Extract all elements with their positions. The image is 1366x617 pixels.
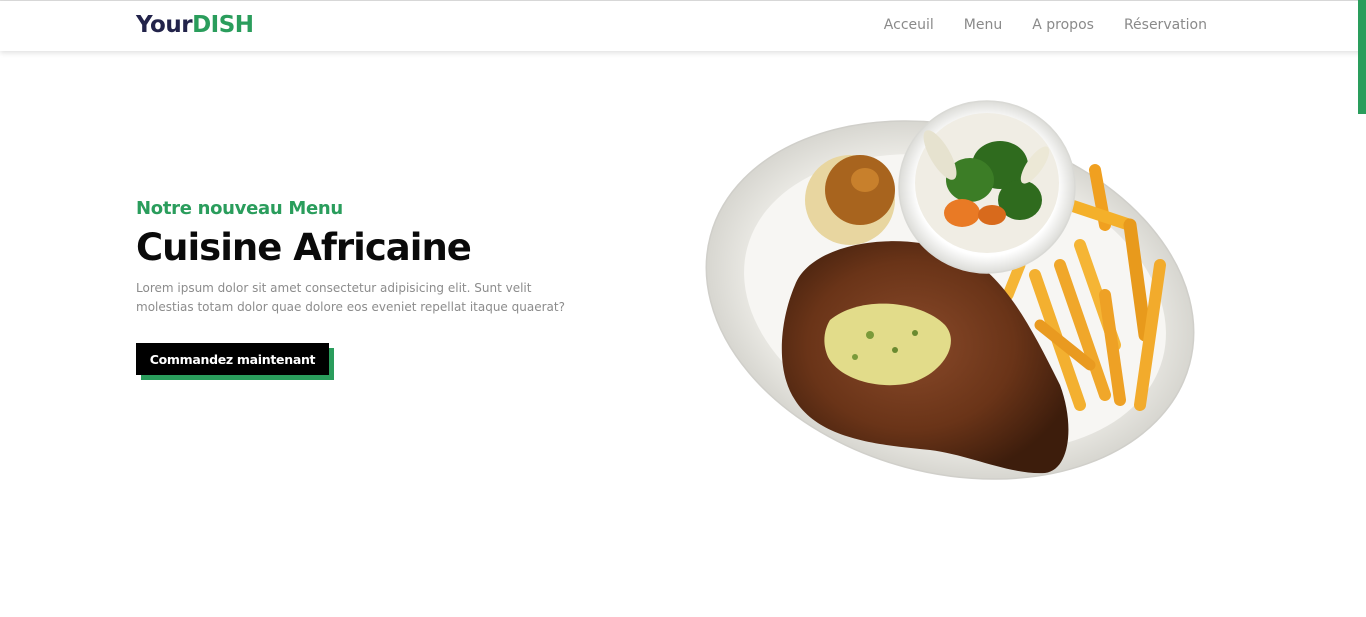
hero-title: Cuisine Africaine (136, 226, 472, 269)
salad-bowl (898, 100, 1076, 274)
order-now-button[interactable]: Commandez maintenant (136, 343, 329, 375)
hero-subtitle: Notre nouveau Menu (136, 198, 343, 219)
nav-link-reservation[interactable]: Réservation (1124, 17, 1207, 33)
hero-description: Lorem ipsum dolor sit amet consectetur a… (136, 281, 565, 314)
brand-logo-part2: DISH (192, 12, 254, 38)
brand-logo[interactable]: YourDISH (136, 12, 254, 38)
main-nav: Acceuil Menu A propos Réservation (884, 17, 1207, 33)
dish-image (705, 100, 1195, 480)
navbar: YourDISH Acceuil Menu A propos Réservati… (0, 1, 1366, 51)
sauce-potato (805, 155, 895, 245)
brand-logo-part1: Your (136, 12, 193, 38)
scrollbar-thumb[interactable] (1358, 0, 1366, 114)
nav-link-menu[interactable]: Menu (964, 17, 1002, 33)
nav-link-acceuil[interactable]: Acceuil (884, 17, 934, 33)
nav-link-a-propos[interactable]: A propos (1032, 17, 1094, 33)
hero-text: Notre nouveau Menu Cuisine Africaine Lor… (136, 198, 616, 317)
cta-wrapper: Commandez maintenant (136, 343, 334, 381)
